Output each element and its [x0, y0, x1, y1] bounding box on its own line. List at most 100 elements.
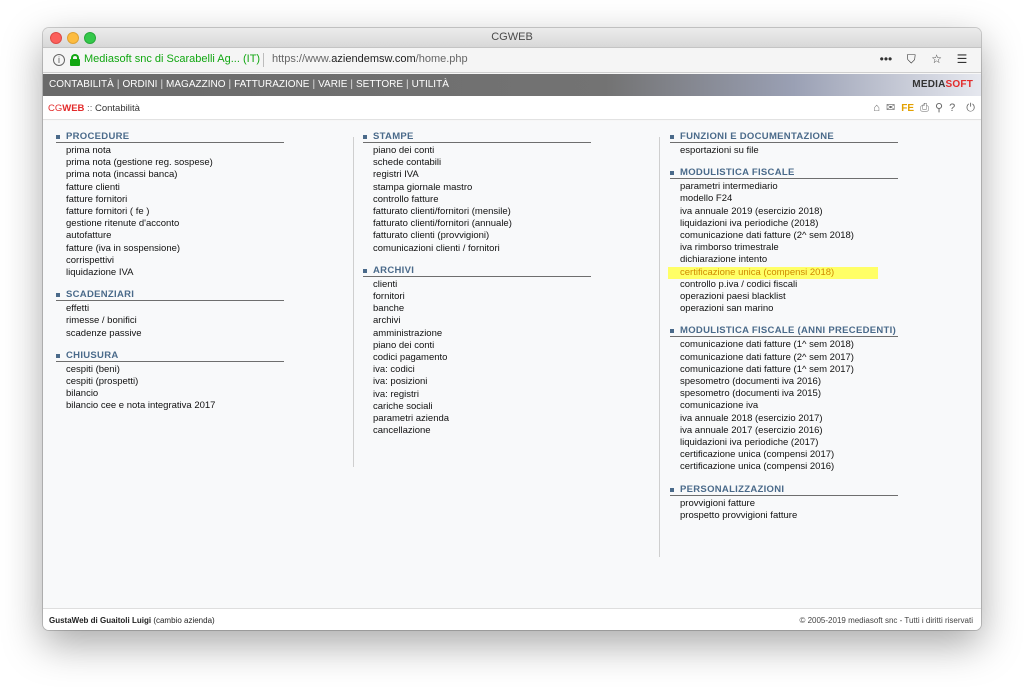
- menu-link[interactable]: iva annuale 2018 (esercizio 2017): [670, 413, 898, 425]
- menu-link[interactable]: schede contabili: [363, 157, 591, 169]
- menu-item-fatturazione[interactable]: FATTURAZIONE: [234, 79, 309, 90]
- menu-link[interactable]: fatturato clienti/fornitori (annuale): [363, 218, 591, 230]
- address-field[interactable]: https://www.aziendemsw.com/home.php: [272, 53, 468, 65]
- menu-link[interactable]: liquidazioni iva periodiche (2018): [670, 218, 898, 230]
- menu-link[interactable]: comunicazione dati fatture (1^ sem 2017): [670, 364, 898, 376]
- menu-link[interactable]: codici pagamento: [363, 352, 591, 364]
- menu-link[interactable]: rimesse / bonifici: [56, 315, 284, 327]
- menu-link[interactable]: piano dei conti: [363, 145, 591, 157]
- search-icon[interactable]: ⚲: [935, 101, 943, 114]
- section-modulistica-fiscale: MODULISTICA FISCALE parametri intermediar…: [668, 167, 898, 315]
- menu-link[interactable]: corrispettivi: [56, 255, 284, 267]
- menu-link[interactable]: provvigioni fatture: [670, 498, 898, 510]
- menu-link[interactable]: bilancio: [56, 388, 284, 400]
- menu-item-utilit-[interactable]: UTILITÀ: [412, 79, 449, 90]
- menu-link[interactable]: stampa giornale mastro: [363, 182, 591, 194]
- menu-item-settore[interactable]: SETTORE: [356, 79, 403, 90]
- menu-link[interactable]: iva: posizioni: [363, 376, 591, 388]
- menu-link[interactable]: liquidazione IVA: [56, 267, 284, 279]
- section-personalizzazioni: PERSONALIZZAZIONI provvigioni fatture pros…: [670, 484, 898, 522]
- menu-item-varie[interactable]: VARIE: [318, 79, 347, 90]
- menu-link[interactable]: parametri azienda: [363, 413, 591, 425]
- menu-link[interactable]: bilancio cee e nota integrativa 2017: [56, 400, 284, 412]
- main-menu-bar: CONTABILITÀ | ORDINI | MAGAZZINO | FATTURAZION…: [43, 74, 981, 96]
- menu-link[interactable]: fatturato clienti (provvigioni): [363, 230, 591, 242]
- bookmark-star-icon[interactable]: ☆: [926, 52, 948, 66]
- site-identity[interactable]: Mediasoft snc di Scarabelli Ag... (IT): [84, 53, 260, 65]
- menu-link[interactable]: prima nota: [56, 145, 284, 157]
- menu-link[interactable]: fatture (iva in sospensione): [56, 243, 284, 255]
- bullet-icon: [670, 487, 674, 492]
- menu-link[interactable]: fatturato clienti/fornitori (mensile): [363, 206, 591, 218]
- url-bar[interactable]: i Mediasoft snc di Scarabelli Ag... (IT)…: [43, 48, 981, 73]
- menu-link[interactable]: modello F24: [670, 193, 898, 205]
- menu-link[interactable]: cancellazione: [363, 425, 591, 437]
- menu-link[interactable]: cariche sociali: [363, 401, 591, 413]
- menu-link[interactable]: comunicazione dati fatture (2^ sem 2018): [670, 230, 898, 242]
- menu-link[interactable]: prima nota (gestione reg. sospese): [56, 157, 284, 169]
- menu-link[interactable]: registri IVA: [363, 169, 591, 181]
- menu-link[interactable]: cespiti (prospetti): [56, 376, 284, 388]
- breadcrumb-cg[interactable]: CG: [48, 103, 62, 114]
- info-icon[interactable]: i: [53, 54, 65, 66]
- menu-link[interactable]: liquidazioni iva periodiche (2017): [670, 437, 898, 449]
- mail-icon[interactable]: ✉: [886, 101, 895, 114]
- menu-link[interactable]: iva: codici: [363, 364, 591, 376]
- print-icon[interactable]: ⎙: [920, 102, 929, 115]
- change-company-link[interactable]: (cambio azienda): [153, 616, 214, 625]
- menu-link[interactable]: iva rimborso trimestrale: [670, 242, 898, 254]
- app-toolbar: ⌂ ✉ FE ⎙ ⚲ ? ⏻: [870, 101, 975, 115]
- menu-link[interactable]: prospetto provvigioni fatture: [670, 510, 898, 522]
- menu-link[interactable]: autofatture: [56, 230, 284, 242]
- menu-link[interactable]: comunicazione dati fatture (1^ sem 2018): [670, 339, 898, 351]
- menu-link[interactable]: operazioni san marino: [670, 303, 898, 315]
- menu-link[interactable]: iva annuale 2019 (esercizio 2018): [670, 206, 898, 218]
- menu-link[interactable]: fatture fornitori: [56, 194, 284, 206]
- fe-button[interactable]: FE: [901, 103, 914, 114]
- menu-separator: |: [160, 79, 164, 90]
- section-heading: SCADENZIARI: [56, 289, 284, 302]
- menu-link[interactable]: spesometro (documenti iva 2015): [670, 388, 898, 400]
- menu-link[interactable]: prima nota (incassi banca): [56, 169, 284, 181]
- menu-link[interactable]: certificazione unica (compensi 2016): [670, 461, 898, 473]
- lock-icon[interactable]: [70, 54, 80, 66]
- menu-link[interactable]: certificazione unica (compensi 2018): [668, 266, 878, 279]
- menu-link[interactable]: comunicazione iva: [670, 400, 898, 412]
- pocket-icon[interactable]: ⛉: [900, 52, 922, 67]
- menu-link[interactable]: comunicazioni clienti / fornitori: [363, 243, 591, 255]
- menu-link[interactable]: spesometro (documenti iva 2016): [670, 376, 898, 388]
- menu-link[interactable]: controllo p.iva / codici fiscali: [670, 279, 898, 291]
- menu-link[interactable]: comunicazione dati fatture (2^ sem 2017): [670, 352, 898, 364]
- menu-link[interactable]: fornitori: [363, 291, 591, 303]
- menu-link[interactable]: certificazione unica (compensi 2017): [670, 449, 898, 461]
- menu-link[interactable]: iva: registri: [363, 389, 591, 401]
- more-icon[interactable]: •••: [875, 52, 897, 66]
- menu-link[interactable]: effetti: [56, 303, 284, 315]
- menu-link[interactable]: fatture clienti: [56, 182, 284, 194]
- menu-link[interactable]: gestione ritenute d'acconto: [56, 218, 284, 230]
- menu-link[interactable]: controllo fatture: [363, 194, 591, 206]
- home-icon[interactable]: ⌂: [873, 102, 880, 114]
- breadcrumb-web[interactable]: WEB: [62, 103, 84, 114]
- breadcrumb-page: Contabilità: [94, 103, 140, 114]
- menu-link[interactable]: operazioni paesi blacklist: [670, 291, 898, 303]
- menu-link[interactable]: scadenze passive: [56, 328, 284, 340]
- menu-link[interactable]: parametri intermediario: [670, 181, 898, 193]
- power-icon[interactable]: ⏻: [966, 102, 975, 115]
- menu-link[interactable]: iva annuale 2017 (esercizio 2016): [670, 425, 898, 437]
- menu-link[interactable]: banche: [363, 303, 591, 315]
- menu-item-contabilit-[interactable]: CONTABILITÀ: [49, 79, 114, 90]
- hamburger-menu-icon[interactable]: ☰: [951, 52, 973, 66]
- menu-link[interactable]: archivi: [363, 315, 591, 327]
- help-icon[interactable]: ?: [949, 102, 955, 114]
- menu-link[interactable]: cespiti (beni): [56, 364, 284, 376]
- menu-link[interactable]: esportazioni su file: [670, 145, 898, 157]
- browser-toolbar-icons: ••• ⛉ ☆ ☰: [875, 52, 973, 67]
- menu-item-ordini[interactable]: ORDINI: [122, 79, 157, 90]
- menu-link[interactable]: amministrazione: [363, 328, 591, 340]
- menu-link[interactable]: piano dei conti: [363, 340, 591, 352]
- menu-link[interactable]: dichiarazione intento: [670, 254, 898, 266]
- menu-link[interactable]: clienti: [363, 279, 591, 291]
- menu-link[interactable]: fatture fornitori ( fe ): [56, 206, 284, 218]
- menu-item-magazzino[interactable]: MAGAZZINO: [166, 79, 225, 90]
